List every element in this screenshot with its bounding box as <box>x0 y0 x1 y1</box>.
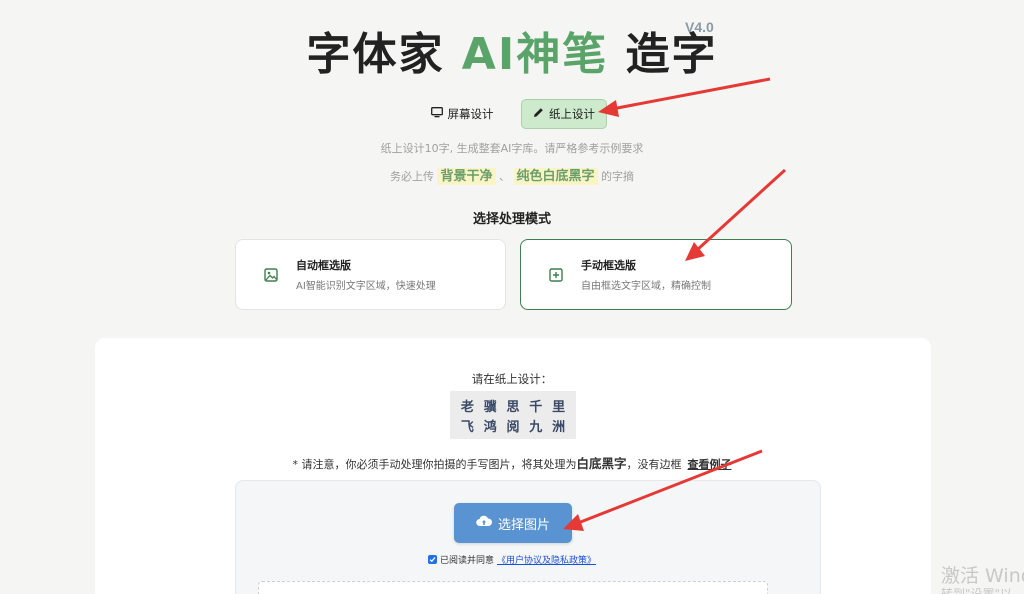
page-root: 字体家 AI神笔 造字 V4.0 屏幕设计 纸上设计 纸上设计10字, 生成整套… <box>0 0 1024 594</box>
hint-line-2: 务必上传 背景干净 、 纯色白底黑字 的字摘 <box>0 165 1024 185</box>
sample-char: 里 <box>552 399 566 415</box>
image-icon <box>260 264 282 286</box>
sample-characters: 老 骥 思 千 里 飞 鸿 阅 九 洲 <box>450 391 576 439</box>
process-mode-title: 选择处理模式 <box>472 212 551 227</box>
plus-square-icon <box>545 264 567 286</box>
processing-notice: * 请注意，你必须手动处理你拍摄的手写图片，将其处理为白底黑字，没有边框 查看例子 <box>0 453 1024 472</box>
auto-card-title: 自动框选版 <box>296 259 351 272</box>
highlight-black-on-white: 纯色白底黑字 <box>513 168 598 185</box>
design-instruction-label: 请在纸上设计： <box>471 372 553 386</box>
paper-design-label: 纸上设计 <box>549 107 595 121</box>
version-badge: V4.0 <box>685 19 714 35</box>
highlight-clean-background: 背景干净 <box>437 168 496 185</box>
sample-char: 洲 <box>552 419 566 435</box>
title-part1: 字体家 <box>306 29 462 80</box>
agree-text: 已阅读并同意 <box>439 556 494 566</box>
sample-char: 飞 <box>460 419 474 435</box>
title-part2: 造字 <box>608 29 718 80</box>
sample-char: 九 <box>529 419 543 435</box>
screen-design-button[interactable]: 屏幕设计 <box>424 99 500 129</box>
red-arrow <box>598 77 771 117</box>
sample-char: 老 <box>460 399 474 415</box>
auto-select-card[interactable]: 自动框选版 AI智能识别文字区域，快速处理 <box>235 239 506 310</box>
manual-card-title: 手动框选版 <box>581 259 636 272</box>
windows-activation-watermark: 激活 Windo <box>941 565 1024 587</box>
auto-card-desc: AI智能识别文字区域，快速处理 <box>296 281 436 292</box>
screen-design-label: 屏幕设计 <box>447 107 494 121</box>
hint-prefix: 务必上传 <box>389 170 434 183</box>
pencil-icon <box>533 107 544 121</box>
windows-activation-subtext: 转到"设置"以 <box>941 587 1013 594</box>
paper-design-button[interactable]: 纸上设计 <box>521 99 607 129</box>
user-agreement-link[interactable]: 《用户协议及隐私政策》 <box>497 553 596 566</box>
cloud-upload-icon <box>476 515 492 531</box>
sample-char: 阅 <box>506 419 520 435</box>
preview-area <box>258 581 768 594</box>
hint-separator: 、 <box>499 170 510 183</box>
sample-char: 骥 <box>483 399 497 415</box>
notice-prefix: * 请注意，你必须手动处理你拍摄的手写图片，将其处理为 <box>292 458 577 471</box>
sample-char: 鸿 <box>483 419 497 435</box>
title-accent: AI神笔 <box>461 29 609 80</box>
notice-bold: 白底黑字 <box>576 456 627 471</box>
choose-image-label: 选择图片 <box>497 517 550 533</box>
sample-char: 千 <box>529 399 543 415</box>
hint-line-1: 纸上设计10字, 生成整套AI字库。请严格参考示例要求 <box>380 142 644 155</box>
agreement-row: 已阅读并同意 《用户协议及隐私政策》 <box>0 553 1024 566</box>
sample-char: 思 <box>506 399 520 415</box>
manual-select-card[interactable]: 手动框选版 自由框选文字区域，精确控制 <box>520 239 792 310</box>
notice-suffix: ，没有边框 <box>626 458 682 471</box>
manual-card-desc: 自由框选文字区域，精确控制 <box>581 281 711 292</box>
hint-suffix: 的字摘 <box>601 170 635 183</box>
agree-checkbox[interactable] <box>427 555 437 564</box>
choose-image-button[interactable]: 选择图片 <box>454 503 572 543</box>
monitor-icon <box>430 107 443 121</box>
view-example-link[interactable]: 查看例子 <box>688 458 732 471</box>
page-title: 字体家 AI神笔 造字 <box>0 18 1024 82</box>
